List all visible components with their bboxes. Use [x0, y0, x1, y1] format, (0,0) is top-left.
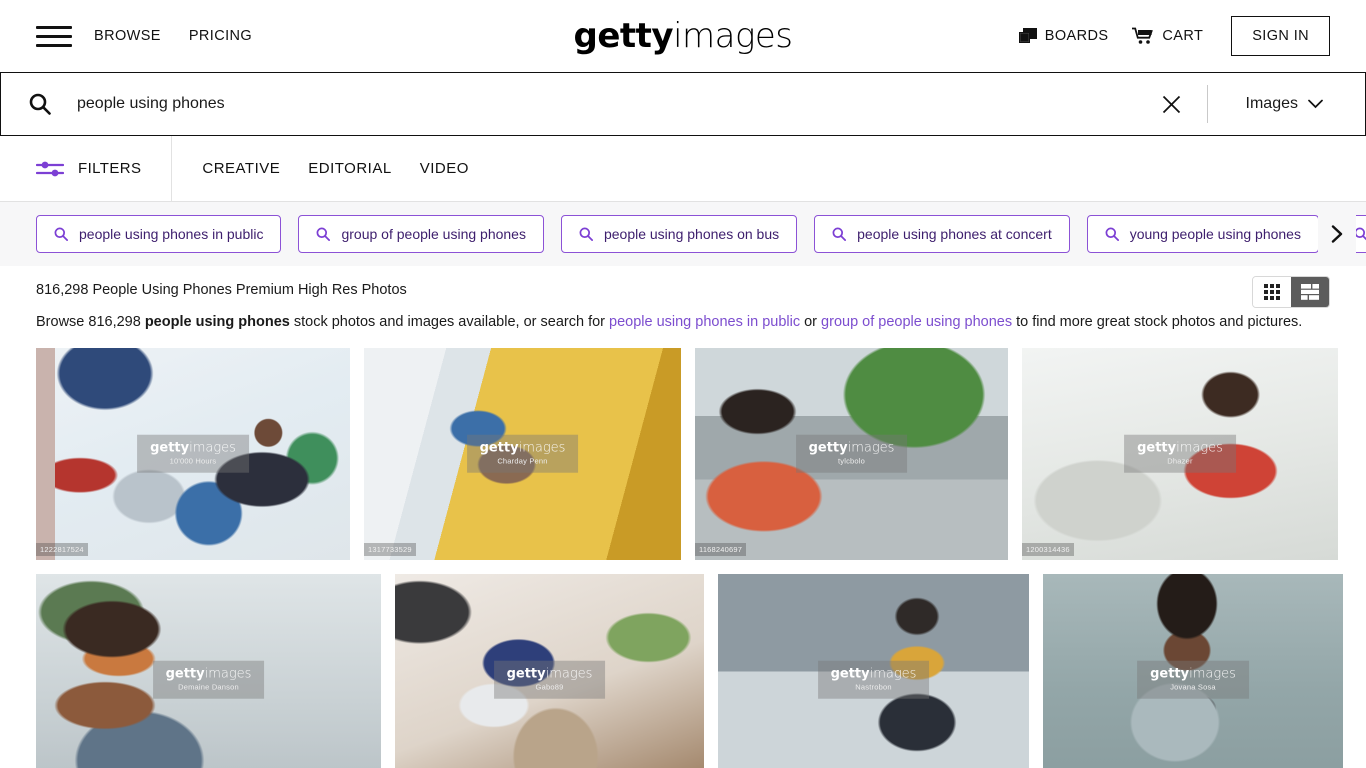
search-icon: [1105, 227, 1119, 241]
image-results-grid: gettyimages 10'000 Hours 1222817524 gett…: [0, 347, 1366, 768]
sign-in-button[interactable]: SIGN IN: [1231, 16, 1330, 56]
related-search-chip[interactable]: young people using phones: [1086, 215, 1319, 253]
filters-button[interactable]: FILTERS: [0, 136, 173, 201]
logo-images-text: images: [673, 16, 793, 56]
image-tile[interactable]: gettyimages Gabo89 1246119722: [395, 573, 704, 768]
close-icon: [1162, 95, 1181, 114]
search-icon: [54, 227, 68, 241]
image-tile[interactable]: gettyimages Demaine Danson 1191650784: [36, 573, 381, 768]
search-icon: [579, 227, 593, 241]
photo-thumbnail: [395, 573, 704, 768]
related-search-chip[interactable]: group of people using phones: [298, 215, 544, 253]
related-search-chip[interactable]: people using phones on bus: [560, 215, 798, 253]
nav-left-group: BROWSE PRICING: [0, 23, 252, 49]
tab-video[interactable]: VIDEO: [420, 160, 469, 177]
desc-text-1: Browse 816,298: [36, 313, 145, 330]
boards-icon: [1018, 28, 1037, 44]
search-icon: [832, 227, 847, 241]
chevron-down-icon: [1308, 99, 1323, 109]
grid-view-button[interactable]: [1253, 277, 1291, 307]
results-count-title: 816,298 People Using Phones Premium High…: [36, 282, 407, 298]
photo-thumbnail: [1022, 347, 1338, 560]
mosaic-view-icon: [1301, 284, 1319, 300]
photo-thumbnail: [36, 347, 350, 560]
gallery-row: gettyimages Demaine Danson 1191650784 ge…: [36, 573, 1343, 768]
tab-creative[interactable]: CREATIVE: [202, 160, 280, 177]
desc-text-3: to find more great stock photos and pict…: [1012, 313, 1303, 330]
search-icon[interactable]: [1, 93, 67, 115]
image-tile[interactable]: gettyimages Charday Penn 1317733529: [364, 347, 681, 560]
image-tile[interactable]: gettyimages Jovana Sosa 1187160846: [1043, 573, 1343, 768]
desc-text-2: stock photos and images available, or se…: [289, 313, 610, 330]
chip-label: young people using phones: [1129, 226, 1301, 242]
photo-thumbnail: [364, 347, 681, 560]
search-type-label: Images: [1245, 95, 1298, 112]
results-description: Browse 816,298 people using phones stock…: [36, 312, 1330, 334]
desc-query-bold: people using phones: [144, 313, 290, 330]
image-tile[interactable]: gettyimages tylcbolo 1168240697: [695, 347, 1008, 560]
photo-thumbnail: [36, 573, 381, 768]
grid-view-icon: [1264, 284, 1280, 300]
search-input[interactable]: [67, 95, 1149, 113]
nav-right-group: BOARDS CART SIGN IN: [1018, 16, 1366, 56]
chip-label: group of people using phones: [341, 226, 526, 242]
boards-button[interactable]: BOARDS: [1018, 28, 1109, 44]
filter-bar: FILTERS CREATIVE EDITORIAL VIDEO: [0, 136, 1366, 202]
search-divider: [1206, 85, 1208, 123]
search-type-dropdown[interactable]: Images: [1220, 95, 1365, 113]
image-tile[interactable]: gettyimages Dhazer 1200314436: [1022, 347, 1338, 560]
content-type-tabs: CREATIVE EDITORIAL VIDEO: [172, 160, 469, 177]
chip-label: people using phones on bus: [603, 226, 780, 242]
photo-thumbnail: [718, 573, 1029, 768]
photo-thumbnail: [1043, 573, 1343, 768]
sliders-icon: [36, 159, 64, 179]
photo-thumbnail: [695, 347, 1008, 560]
related-searches-row: people using phones in public group of p…: [0, 202, 1366, 266]
view-toggle-group: [1252, 276, 1330, 308]
boards-label: BOARDS: [1044, 28, 1109, 44]
clear-search-button[interactable]: [1149, 81, 1195, 127]
image-tile[interactable]: gettyimages Nastrobon 1201306270: [718, 573, 1029, 768]
search-icon: [316, 227, 331, 241]
chevron-right-icon: [1331, 225, 1343, 243]
gallery-row: gettyimages 10'000 Hours 1222817524 gett…: [36, 347, 1338, 560]
chip-label: people using phones at concert: [857, 226, 1052, 242]
mosaic-view-button[interactable]: [1291, 277, 1329, 307]
desc-or: or: [800, 313, 822, 330]
results-header: 816,298 People Using Phones Premium High…: [0, 266, 1366, 334]
tab-editorial[interactable]: EDITORIAL: [308, 160, 391, 177]
chip-label: people using phones in public: [79, 226, 264, 242]
cart-label: CART: [1162, 28, 1204, 44]
related-search-chip[interactable]: people using phones in public: [36, 215, 282, 253]
image-tile[interactable]: gettyimages 10'000 Hours 1222817524: [36, 347, 350, 560]
cart-icon: [1132, 27, 1154, 45]
hamburger-icon[interactable]: [36, 23, 72, 49]
search-bar: Images: [0, 72, 1366, 136]
desc-link-2[interactable]: group of people using phones: [821, 314, 1012, 330]
logo-getty-text: getty: [573, 16, 674, 56]
chips-next-button[interactable]: [1318, 202, 1356, 266]
desc-link-1[interactable]: people using phones in public: [609, 314, 800, 330]
related-search-chip[interactable]: people using phones at concert: [814, 215, 1070, 253]
cart-button[interactable]: CART: [1132, 27, 1203, 45]
top-navigation: BROWSE PRICING gettyimages BOARDS CART S…: [0, 0, 1366, 72]
nav-pricing-link[interactable]: PRICING: [189, 28, 252, 44]
nav-browse-link[interactable]: BROWSE: [94, 28, 161, 44]
getty-images-logo[interactable]: gettyimages: [553, 19, 813, 53]
filters-label: FILTERS: [78, 160, 142, 177]
